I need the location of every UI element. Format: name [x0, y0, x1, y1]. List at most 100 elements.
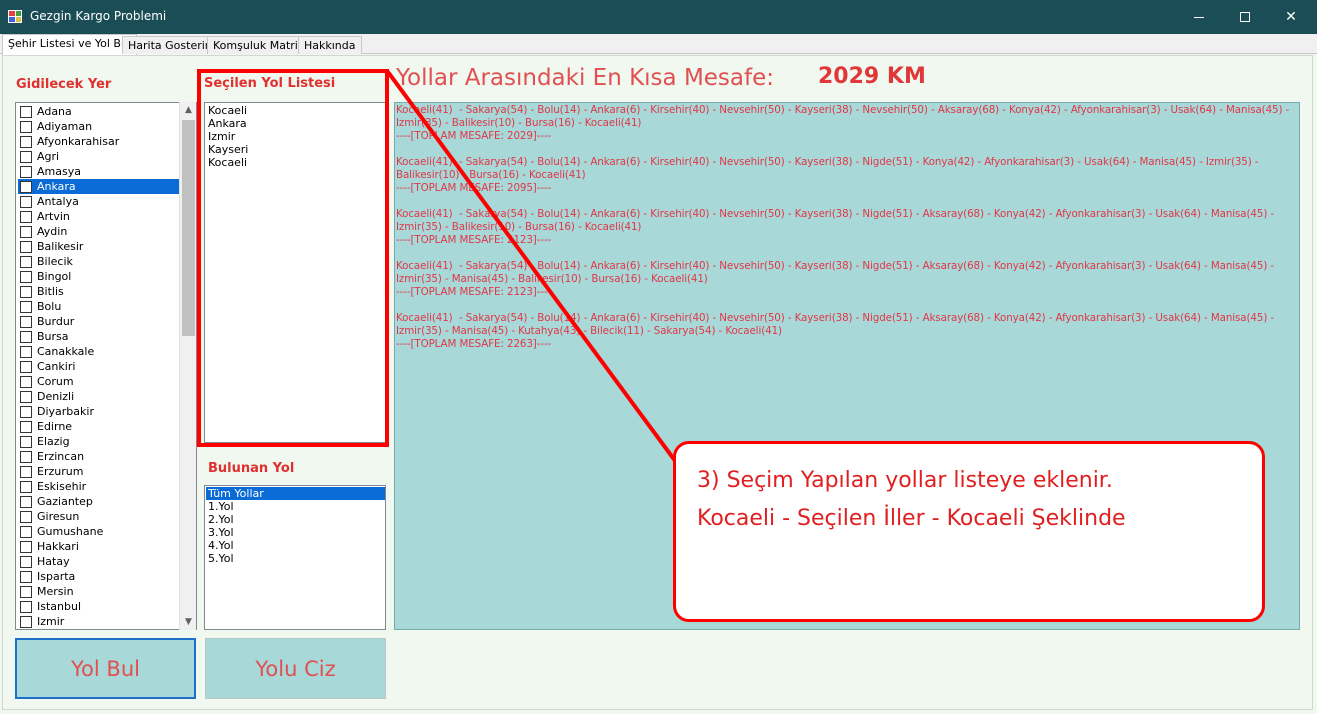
city-checkbox[interactable] — [20, 346, 32, 358]
tab-city-list[interactable]: Şehir Listesi ve Yol Bul — [2, 34, 137, 55]
found-route-item[interactable]: 2.Yol — [206, 513, 385, 526]
city-checkbox[interactable] — [20, 541, 32, 553]
city-list-item[interactable]: Aydin — [18, 224, 180, 239]
city-label: Bilecik — [37, 255, 73, 268]
city-list-item[interactable]: Bitlis — [18, 284, 180, 299]
find-route-button[interactable]: Yol Bul — [15, 638, 196, 699]
city-list-item[interactable]: Izmir — [18, 614, 180, 629]
city-label: Bingol — [37, 270, 72, 283]
city-list-item[interactable]: Diyarbakir — [18, 404, 180, 419]
city-checkbox[interactable] — [20, 301, 32, 313]
city-checkbox[interactable] — [20, 211, 32, 223]
city-list-item[interactable]: Giresun — [18, 509, 180, 524]
city-list-item[interactable]: Bolu — [18, 299, 180, 314]
city-checkbox[interactable] — [20, 181, 32, 193]
draw-route-button[interactable]: Yolu Ciz — [205, 638, 386, 699]
city-checkbox[interactable] — [20, 286, 32, 298]
city-checkbox[interactable] — [20, 121, 32, 133]
city-checkbox[interactable] — [20, 361, 32, 373]
city-checkbox[interactable] — [20, 511, 32, 523]
tab-label: Şehir Listesi ve Yol Bul — [8, 37, 131, 50]
city-checkbox[interactable] — [20, 166, 32, 178]
city-checkbox[interactable] — [20, 391, 32, 403]
city-list-item[interactable]: Bilecik — [18, 254, 180, 269]
city-checkbox[interactable] — [20, 421, 32, 433]
found-route-item[interactable]: 5.Yol — [206, 552, 385, 565]
city-checkbox[interactable] — [20, 136, 32, 148]
city-list-item[interactable]: Amasya — [18, 164, 180, 179]
city-list-item[interactable]: Eskisehir — [18, 479, 180, 494]
city-checkbox[interactable] — [20, 586, 32, 598]
city-list-item[interactable]: Gumushane — [18, 524, 180, 539]
city-checkbox[interactable] — [20, 106, 32, 118]
found-route-item[interactable]: Tüm Yollar — [206, 487, 385, 500]
scroll-thumb[interactable] — [182, 120, 195, 336]
maximize-button[interactable] — [1222, 0, 1268, 34]
city-list-item[interactable]: Isparta — [18, 569, 180, 584]
city-list-item[interactable]: Hatay — [18, 554, 180, 569]
city-checkbox[interactable] — [20, 436, 32, 448]
found-route-item[interactable]: 1.Yol — [206, 500, 385, 513]
shortest-distance-label: Yollar Arasındaki En Kısa Mesafe: — [396, 65, 775, 91]
city-list-item[interactable]: Erzincan — [18, 449, 180, 464]
city-checkbox[interactable] — [20, 481, 32, 493]
city-list-item[interactable]: Artvin — [18, 209, 180, 224]
city-list-item[interactable]: Edirne — [18, 419, 180, 434]
city-list-item[interactable]: Agri — [18, 149, 180, 164]
city-checkbox[interactable] — [20, 256, 32, 268]
city-checkbox[interactable] — [20, 241, 32, 253]
city-label: Elazig — [37, 435, 70, 448]
city-checkbox[interactable] — [20, 406, 32, 418]
city-list-item[interactable]: Cankiri — [18, 359, 180, 374]
city-list-item[interactable]: Erzurum — [18, 464, 180, 479]
route-result-line: Izmir(35) - Manisa(45) - Kutahya(43) - B… — [396, 325, 782, 337]
city-list-item[interactable]: Gaziantep — [18, 494, 180, 509]
city-checkbox[interactable] — [20, 466, 32, 478]
scroll-up-icon[interactable]: ▲ — [180, 102, 197, 118]
found-route-list[interactable]: Tüm Yollar 1.Yol 2.Yol 3.Yol 4.Yol 5.Yol — [204, 485, 386, 630]
city-list-item[interactable]: Burdur — [18, 314, 180, 329]
city-list-item[interactable]: Hakkari — [18, 539, 180, 554]
route-result-line: ----[TOPLAM MESAFE: 2029]---- — [396, 130, 552, 142]
city-list-item[interactable]: Istanbul — [18, 599, 180, 614]
city-list-item[interactable]: Ankara — [18, 179, 180, 194]
city-list-item[interactable]: Corum — [18, 374, 180, 389]
city-checklist[interactable]: Adana Adiyaman Afyonkarahisar Agri Amasya Ank… — [15, 102, 197, 630]
city-checkbox[interactable] — [20, 376, 32, 388]
city-list-item[interactable]: Elazig — [18, 434, 180, 449]
city-list-item[interactable]: Antalya — [18, 194, 180, 209]
city-list-item[interactable]: Mersin — [18, 584, 180, 599]
tab-adjacency-matrix[interactable]: Komşuluk Matrisi — [207, 36, 313, 54]
city-list-item[interactable]: Adiyaman — [18, 119, 180, 134]
city-checkbox[interactable] — [20, 601, 32, 613]
minimize-button[interactable] — [1176, 0, 1222, 34]
city-list-item[interactable]: Bursa — [18, 329, 180, 344]
city-checkbox[interactable] — [20, 616, 32, 628]
route-result-line: Kocaeli(41) - Sakarya(54) - Bolu(14) - A… — [396, 156, 1259, 168]
city-list-item[interactable]: Denizli — [18, 389, 180, 404]
city-checkbox[interactable] — [20, 571, 32, 583]
route-result-line: Kocaeli(41) - Sakarya(54) - Bolu(14) - A… — [396, 208, 1275, 220]
tab-about[interactable]: Hakkında — [298, 36, 362, 54]
scroll-down-icon[interactable]: ▼ — [180, 614, 197, 630]
city-label: Gaziantep — [37, 495, 93, 508]
city-checkbox[interactable] — [20, 496, 32, 508]
city-checkbox[interactable] — [20, 331, 32, 343]
city-checkbox[interactable] — [20, 556, 32, 568]
city-list-scrollbar[interactable]: ▲ ▼ — [179, 102, 196, 630]
city-checkbox[interactable] — [20, 196, 32, 208]
city-checkbox[interactable] — [20, 226, 32, 238]
city-list-item[interactable]: Balikesir — [18, 239, 180, 254]
city-list-item[interactable]: Bingol — [18, 269, 180, 284]
city-list-item[interactable]: Adana — [18, 104, 180, 119]
city-list-item[interactable]: Afyonkarahisar — [18, 134, 180, 149]
city-list-item[interactable]: Canakkale — [18, 344, 180, 359]
city-checkbox[interactable] — [20, 271, 32, 283]
city-checkbox[interactable] — [20, 526, 32, 538]
close-button[interactable]: ✕ — [1268, 0, 1314, 34]
city-checkbox[interactable] — [20, 451, 32, 463]
city-checkbox[interactable] — [20, 316, 32, 328]
found-route-item[interactable]: 3.Yol — [206, 526, 385, 539]
found-route-item[interactable]: 4.Yol — [206, 539, 385, 552]
city-checkbox[interactable] — [20, 151, 32, 163]
